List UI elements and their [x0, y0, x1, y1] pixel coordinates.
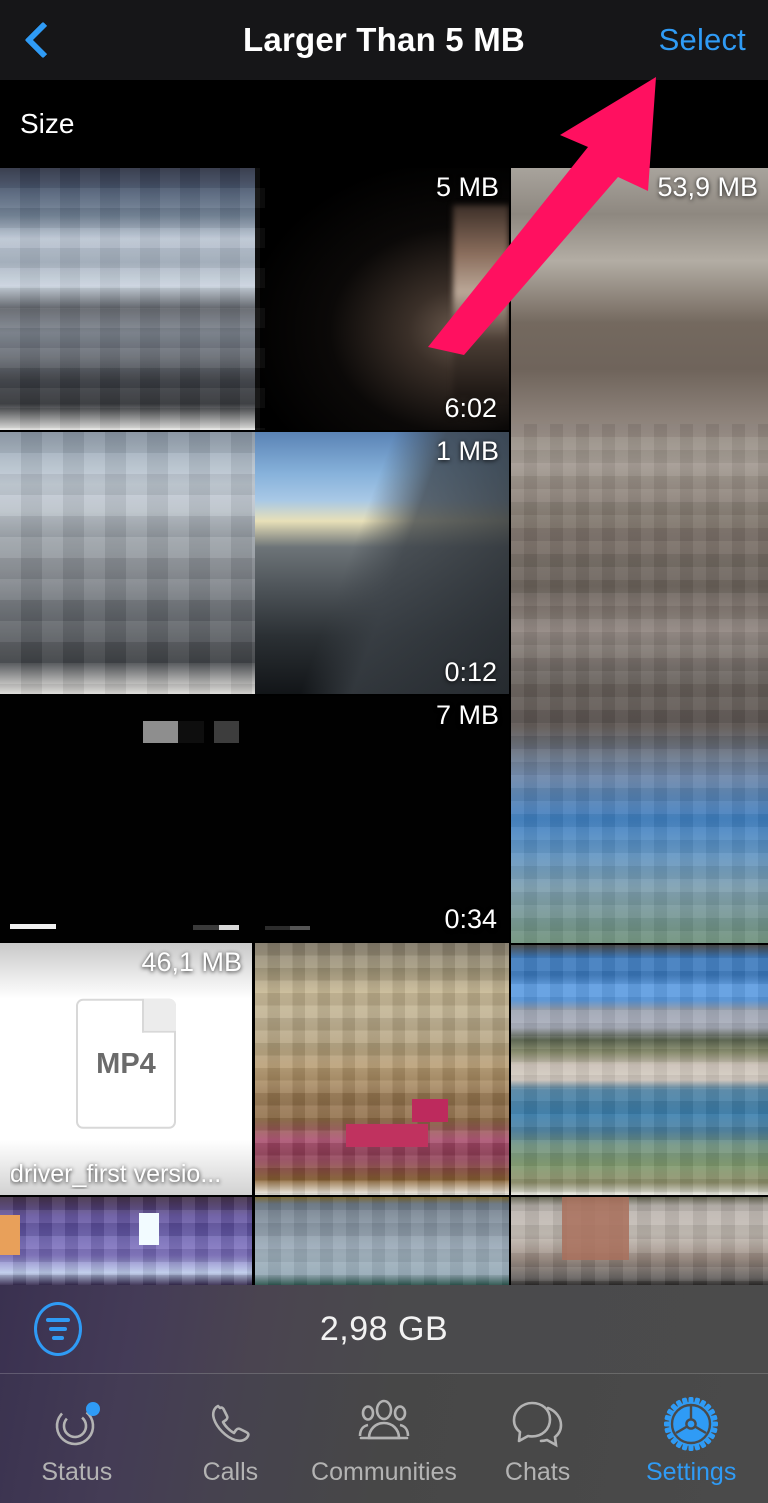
media-thumbnail-texture [511, 1197, 768, 1285]
media-thumbnail-texture [0, 1197, 252, 1285]
page-fold-corner [142, 998, 176, 1033]
media-grid-item[interactable] [0, 1197, 252, 1285]
tab-status-label: Status [41, 1458, 113, 1486]
media-grid-item[interactable]: 1 MB 0:12 [0, 432, 509, 694]
tab-status[interactable]: Status [0, 1374, 154, 1503]
tab-calls-label: Calls [202, 1458, 259, 1486]
select-button[interactable]: Select [659, 0, 746, 80]
media-size-label: 46,1 MB [141, 947, 242, 977]
media-thumbnail-texture [255, 943, 509, 1195]
media-size-label: 7 MB [435, 700, 499, 730]
tab-communities-label: Communities [311, 1458, 457, 1486]
media-size-label: 53,9 MB [657, 172, 758, 202]
tab-chats-label: Chats [504, 1458, 571, 1486]
tab-chats[interactable]: Chats [461, 1374, 615, 1503]
file-type-label: MP4 [96, 1047, 156, 1080]
tab-settings-label: Settings [646, 1458, 737, 1486]
media-grid-item[interactable]: 53,9 MB [511, 168, 768, 943]
media-duration-label: 0:12 [444, 657, 497, 687]
file-page-icon: MP4 [76, 998, 176, 1129]
page-title: Larger Than 5 MB [243, 21, 525, 58]
navigation-bar: Larger Than 5 MB Select [0, 0, 768, 80]
tab-communities[interactable]: Communities [307, 1374, 461, 1503]
tab-settings[interactable]: Settings [614, 1374, 768, 1503]
phone-icon [204, 1396, 256, 1452]
tab-bar: Status Calls Communities Chats Settings [0, 1373, 768, 1503]
media-grid-item[interactable]: 5 MB 6:02 [0, 168, 509, 430]
media-thumbnail [0, 168, 509, 430]
chat-bubbles-icon [510, 1396, 566, 1452]
media-thumbnail-texture [511, 945, 768, 1195]
screen-root: Larger Than 5 MB Select Size 5 MB 6:02 5… [0, 0, 768, 1503]
communities-icon [355, 1396, 413, 1452]
media-grid-item[interactable] [511, 1197, 768, 1285]
section-header: Size [0, 80, 768, 168]
media-size-label: 1 MB [435, 436, 499, 466]
media-grid-item[interactable] [255, 943, 509, 1195]
media-duration-label: 6:02 [444, 393, 497, 423]
tab-calls[interactable]: Calls [154, 1374, 308, 1503]
section-header-label: Size [20, 108, 75, 139]
media-grid: 5 MB 6:02 53,9 MB 1 MB 0:12 7 MB 0:34 MP… [0, 168, 768, 1285]
media-duration-label: 0:34 [444, 904, 497, 934]
document-filename-label: driver_first versio... [10, 1160, 222, 1188]
media-thumbnail-texture [511, 423, 768, 943]
media-grid-item[interactable] [511, 945, 768, 1195]
gear-icon [663, 1396, 719, 1452]
media-grid-item-document[interactable]: MP4 46,1 MB driver_first versio... [0, 943, 252, 1195]
status-rings-icon [50, 1396, 104, 1452]
storage-total-label: 2,98 GB [319, 1309, 449, 1348]
media-size-label: 5 MB [435, 172, 499, 202]
media-grid-item[interactable]: 7 MB 0:34 [0, 696, 509, 941]
media-grid-item[interactable] [255, 1197, 509, 1285]
storage-total-bar: 2,98 GB [0, 1285, 768, 1373]
media-thumbnail-texture [255, 1197, 509, 1285]
media-thumbnail [0, 696, 509, 941]
